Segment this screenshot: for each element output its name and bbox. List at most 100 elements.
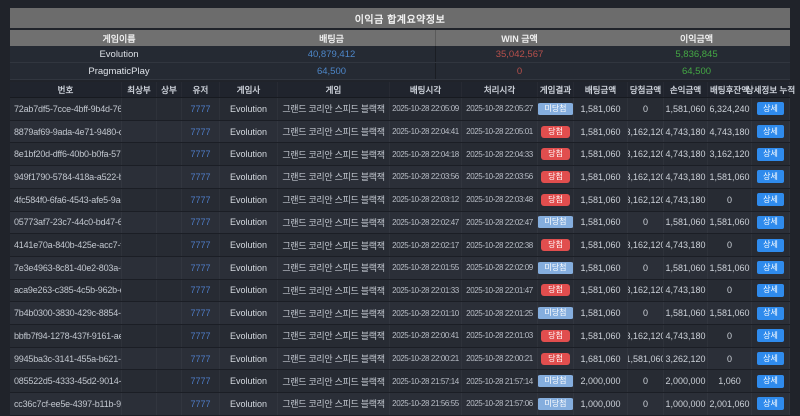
bet-id-cell: 949f1790-5784-418a-a522-bbba…: [10, 166, 122, 188]
process-time-cell: 2025-10-28 22:01:47: [462, 280, 538, 302]
process-time-cell: 2025-10-28 22:02:09: [462, 257, 538, 279]
agent-cell: [157, 234, 182, 256]
detail-button[interactable]: 상세: [757, 352, 784, 365]
bet-table-row: 7e3e4963-8c81-40e2-803a-f14f5… 7777 Evol…: [10, 257, 790, 280]
top-agent-cell: [122, 234, 157, 256]
process-time-cell: 2025-10-28 22:01:03: [462, 325, 538, 347]
result-badge: 미당첨: [538, 307, 574, 319]
win-amount-cell: 3,162,120: [628, 166, 664, 188]
detail-button[interactable]: 상세: [757, 239, 784, 252]
detail-button[interactable]: 상세: [757, 148, 784, 161]
table-column-header: 배팅시각: [390, 82, 462, 97]
win-amount-cell: 3,162,120: [628, 325, 664, 347]
provider-cell: Evolution: [220, 370, 278, 392]
balance-after-cell: 1,581,060: [708, 302, 752, 324]
summary-profit-total: 64,500: [603, 63, 790, 79]
summary-profit-total: 5,836,845: [603, 46, 790, 62]
bet-amount-cell: 1,581,060: [574, 234, 628, 256]
user-id-link[interactable]: 7777: [182, 212, 220, 234]
detail-button[interactable]: 상세: [757, 193, 784, 206]
detail-cell: 상세: [752, 280, 790, 302]
user-id-link[interactable]: 7777: [182, 257, 220, 279]
summary-column-header: 이익금액: [603, 30, 790, 46]
detail-cell: 상세: [752, 121, 790, 143]
top-agent-cell: [122, 166, 157, 188]
summary-title: 이익금 합계요약정보: [355, 11, 446, 26]
profit-amount-cell: 1,581,060: [664, 98, 708, 120]
bet-id-cell: aca9e263-c385-4c5b-962b-d533…: [10, 280, 122, 302]
detail-button[interactable]: 상세: [757, 216, 784, 229]
process-time-cell: 2025-10-28 22:02:38: [462, 234, 538, 256]
detail-button[interactable]: 상세: [757, 102, 784, 115]
provider-cell: Evolution: [220, 325, 278, 347]
user-id-link[interactable]: 7777: [182, 166, 220, 188]
bet-amount-cell: 1,581,060: [574, 189, 628, 211]
user-id-link[interactable]: 7777: [182, 370, 220, 392]
table-column-header: 게임결과: [538, 82, 574, 97]
user-id-link[interactable]: 7777: [182, 325, 220, 347]
balance-after-cell: 1,581,060: [708, 212, 752, 234]
win-amount-cell: 0: [628, 98, 664, 120]
user-id-link[interactable]: 7777: [182, 302, 220, 324]
detail-button[interactable]: 상세: [757, 125, 784, 138]
user-id-link[interactable]: 7777: [182, 98, 220, 120]
result-cell: 미당첨: [538, 257, 574, 279]
process-time-cell: 2025-10-28 22:03:56: [462, 166, 538, 188]
win-amount-cell: 3,162,120: [628, 143, 664, 165]
bet-id-cell: 7b4b0300-3830-429c-8854-9d8…: [10, 302, 122, 324]
result-cell: 당첨: [538, 325, 574, 347]
user-id-link[interactable]: 7777: [182, 189, 220, 211]
detail-cell: 상세: [752, 257, 790, 279]
detail-button[interactable]: 상세: [757, 261, 784, 274]
bet-table-row: 4fc584f0-6fa6-4543-afe5-9ae0fb… 7777 Evo…: [10, 189, 790, 212]
detail-button[interactable]: 상세: [757, 329, 784, 342]
detail-button[interactable]: 상세: [757, 284, 784, 297]
bet-time-cell: 2025-10-28 22:02:17: [390, 234, 462, 256]
detail-button[interactable]: 상세: [757, 375, 784, 388]
table-column-header: 게임: [278, 82, 390, 97]
result-badge: 당첨: [541, 239, 570, 251]
bet-amount-cell: 1,581,060: [574, 257, 628, 279]
game-name-cell: 그랜드 코리안 스피드 블랙잭: [278, 302, 390, 324]
detail-button[interactable]: 상세: [757, 307, 784, 320]
user-id-link[interactable]: 7777: [182, 348, 220, 370]
bet-id-cell: 4fc584f0-6fa6-4543-afe5-9ae0fb…: [10, 189, 122, 211]
balance-after-cell: 1,581,060: [708, 257, 752, 279]
detail-button[interactable]: 상세: [757, 170, 784, 183]
result-badge: 미당첨: [538, 216, 574, 228]
result-cell: 당첨: [538, 280, 574, 302]
summary-bet-total: 64,500: [228, 63, 435, 79]
summary-row: PragmaticPlay 64,500 0 64,500: [10, 63, 790, 80]
user-id-link[interactable]: 7777: [182, 280, 220, 302]
user-id-link[interactable]: 7777: [182, 234, 220, 256]
agent-cell: [157, 393, 182, 415]
table-column-header: 배팅금액: [574, 82, 628, 97]
detail-cell: 상세: [752, 348, 790, 370]
detail-button[interactable]: 상세: [757, 397, 784, 410]
result-cell: 당첨: [538, 234, 574, 256]
user-id-link[interactable]: 7777: [182, 143, 220, 165]
detail-cell: 상세: [752, 98, 790, 120]
game-name-cell: 그랜드 코리안 스피드 블랙잭: [278, 370, 390, 392]
win-amount-cell: 1,581,060: [628, 348, 664, 370]
result-cell: 미당첨: [538, 302, 574, 324]
bet-time-cell: 2025-10-28 22:01:55: [390, 257, 462, 279]
bet-time-cell: 2025-10-28 22:00:41: [390, 325, 462, 347]
user-id-link[interactable]: 7777: [182, 393, 220, 415]
bet-table-body: 72ab7df5-7cce-4bff-9b4d-764aa… 7777 Evol…: [10, 98, 790, 416]
summary-row: Evolution 40,879,412 35,042,567 5,836,84…: [10, 46, 790, 63]
profit-amount-cell: 3,262,120: [664, 348, 708, 370]
agent-cell: [157, 98, 182, 120]
table-column-header: 번호: [10, 82, 122, 97]
bet-time-cell: 2025-10-28 22:01:10: [390, 302, 462, 324]
result-badge: 미당첨: [538, 103, 574, 115]
bet-amount-cell: 1,581,060: [574, 325, 628, 347]
result-badge: 당첨: [541, 148, 570, 160]
provider-cell: Evolution: [220, 348, 278, 370]
bet-time-cell: 2025-10-28 22:05:09: [390, 98, 462, 120]
user-id-link[interactable]: 7777: [182, 121, 220, 143]
result-cell: 당첨: [538, 143, 574, 165]
bet-time-cell: 2025-10-28 22:00:21: [390, 348, 462, 370]
detail-cell: 상세: [752, 166, 790, 188]
provider-cell: Evolution: [220, 189, 278, 211]
